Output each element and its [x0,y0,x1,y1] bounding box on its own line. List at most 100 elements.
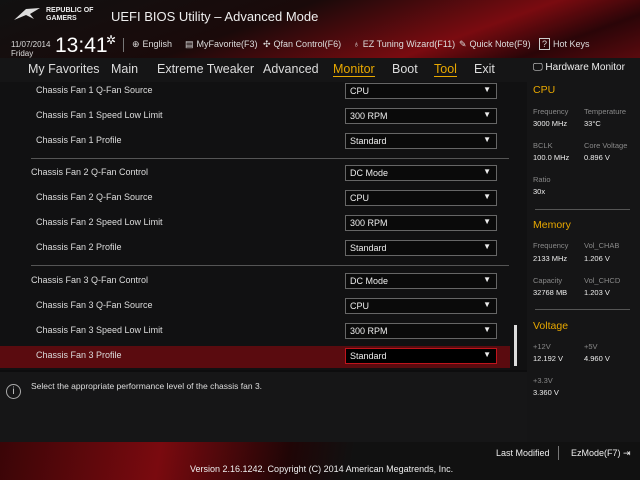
setting-row[interactable]: Chassis Fan 2 Speed Low Limit 300 RPM ▼ [0,213,510,235]
caret-down-icon: ▼ [483,275,491,284]
cpu-frequency: 3000 MHz [533,119,568,128]
hardware-monitor-title: 🖵 Hardware Monitor [533,62,625,73]
quick-note-button[interactable]: ✎ Quick Note(F9) [459,39,531,50]
v33-label: +3.3V [533,376,553,385]
setting-dropdown[interactable]: 300 RPM ▼ [345,215,497,231]
caret-down-icon: ▼ [483,217,491,226]
dropdown-value: 300 RPM [350,218,388,228]
help-text: Select the appropriate performance level… [31,381,263,391]
tab-my-favorites[interactable]: My Favorites [28,62,100,76]
ez-tuning-wizard-button[interactable]: ♁ EZ Tuning Wizard(F11) [353,39,455,49]
cpu-temp-label: Temperature [584,107,627,116]
hot-keys-button[interactable]: ? Hot Keys [539,38,590,50]
tab-monitor[interactable]: Monitor [333,62,375,77]
bclk: 100.0 MHz [533,153,570,162]
vol-chab-label: Vol_CHAB [584,241,620,250]
rog-logo-icon [14,8,40,20]
cpu-heading: CPU [533,84,556,96]
setting-dropdown[interactable]: Standard ▼ [345,133,497,149]
setting-label: Chassis Fan 3 Profile [36,350,122,360]
divider [31,265,509,266]
vol-chcd: 1.203 V [584,288,610,297]
dropdown-value: Standard [350,351,387,361]
brand: REPUBLIC OF GAMERS [46,7,94,22]
caret-down-icon: ▼ [483,135,491,144]
setting-dropdown[interactable]: Standard ▼ [345,240,497,256]
monitor-icon: 🖵 [533,62,546,73]
dropdown-value: 300 RPM [350,111,388,121]
v33: 3.360 V [533,388,559,397]
exit-icon: ⇥ [623,448,631,458]
setting-label: Chassis Fan 3 Q-Fan Control [31,275,149,285]
capacity: 32768 MB [533,288,568,297]
setting-dropdown[interactable]: CPU ▼ [345,298,497,314]
divider [535,309,630,310]
divider [558,446,559,460]
dropdown-value: 300 RPM [350,326,388,336]
caret-down-icon: ▼ [483,242,491,251]
setting-row[interactable]: Chassis Fan 2 Q-Fan Control DC Mode ▼ [0,163,510,185]
setting-dropdown[interactable]: Standard ▼ [345,348,497,364]
scrollbar[interactable] [514,325,517,366]
setting-row[interactable]: Chassis Fan 1 Speed Low Limit 300 RPM ▼ [0,106,510,128]
setting-row[interactable]: Chassis Fan 3 Speed Low Limit 300 RPM ▼ [0,321,510,343]
setting-row[interactable]: Chassis Fan 2 Q-Fan Source CPU ▼ [0,188,510,210]
clock: 13:41 [55,34,108,57]
dropdown-value: DC Mode [350,276,389,286]
tab-boot[interactable]: Boot [392,62,418,76]
qfan-control-button[interactable]: ✣ Qfan Control(F6) [263,39,341,50]
tab-exit[interactable]: Exit [474,62,495,76]
setting-row[interactable]: Chassis Fan 3 Profile Standard ▼ [0,346,510,368]
setting-dropdown[interactable]: DC Mode ▼ [345,273,497,289]
setting-row[interactable]: Chassis Fan 3 Q-Fan Control DC Mode ▼ [0,271,510,293]
tab-tool[interactable]: Tool [434,62,457,77]
setting-label: Chassis Fan 3 Q-Fan Source [36,300,153,310]
setting-label: Chassis Fan 2 Q-Fan Source [36,192,153,202]
gear-icon[interactable]: ✲ [106,33,116,47]
header: REPUBLIC OF GAMERS UEFI BIOS Utility – Ad… [0,0,640,58]
v12: 12.192 V [533,354,564,363]
setting-dropdown[interactable]: 300 RPM ▼ [345,323,497,339]
dropdown-value: CPU [350,301,370,311]
label: Quick Note(F9) [469,39,531,49]
core-voltage: 0.896 V [584,153,610,162]
voltage-heading: Voltage [533,320,569,332]
mem-frequency-label: Frequency [533,241,569,250]
label: MyFavorite(F3) [196,39,258,49]
vol-chcd-label: Vol_CHCD [584,276,621,285]
label: Hardware Monitor [545,62,625,73]
label: Hot Keys [553,39,590,49]
tab-extreme-tweaker[interactable]: Extreme Tweaker [157,62,254,76]
setting-dropdown[interactable]: DC Mode ▼ [345,165,497,181]
dropdown-value: Standard [350,243,387,253]
setting-row[interactable]: Chassis Fan 3 Q-Fan Source CPU ▼ [0,296,510,318]
info-icon: i [6,384,21,399]
setting-dropdown[interactable]: CPU ▼ [345,83,497,99]
setting-label: Chassis Fan 1 Profile [36,135,122,145]
tab-main[interactable]: Main [111,62,138,76]
ratio-label: Ratio [533,175,551,184]
setting-row[interactable]: Chassis Fan 1 Profile Standard ▼ [0,131,510,153]
tab-advanced[interactable]: Advanced [263,62,319,76]
memory-heading: Memory [533,219,571,231]
setting-row[interactable]: Chassis Fan 1 Q-Fan Source CPU ▼ [0,81,510,103]
setting-label: Chassis Fan 3 Speed Low Limit [36,325,163,335]
label: EzMode(F7) [571,448,621,458]
setting-label: Chassis Fan 2 Speed Low Limit [36,217,163,227]
fan-icon: ✣ [263,39,271,49]
favorite-icon: ▤ [185,39,194,49]
dropdown-value: DC Mode [350,168,389,178]
setting-row[interactable]: Chassis Fan 2 Profile Standard ▼ [0,238,510,260]
setting-dropdown[interactable]: CPU ▼ [345,190,497,206]
setting-dropdown[interactable]: 300 RPM ▼ [345,108,497,124]
last-modified-button[interactable]: Last Modified [496,448,550,458]
v5-label: +5V [584,342,598,351]
help-icon: ? [539,38,551,50]
mem-frequency: 2133 MHz [533,254,568,263]
core-voltage-label: Core Voltage [584,141,628,150]
v12-label: +12V [533,342,551,351]
capacity-label: Capacity [533,276,563,285]
myfavorite-button[interactable]: ▤ MyFavorite(F3) [185,39,258,50]
language-button[interactable]: ⊕ English [132,39,172,50]
ezmode-button[interactable]: EzMode(F7) ⇥ [571,448,631,459]
